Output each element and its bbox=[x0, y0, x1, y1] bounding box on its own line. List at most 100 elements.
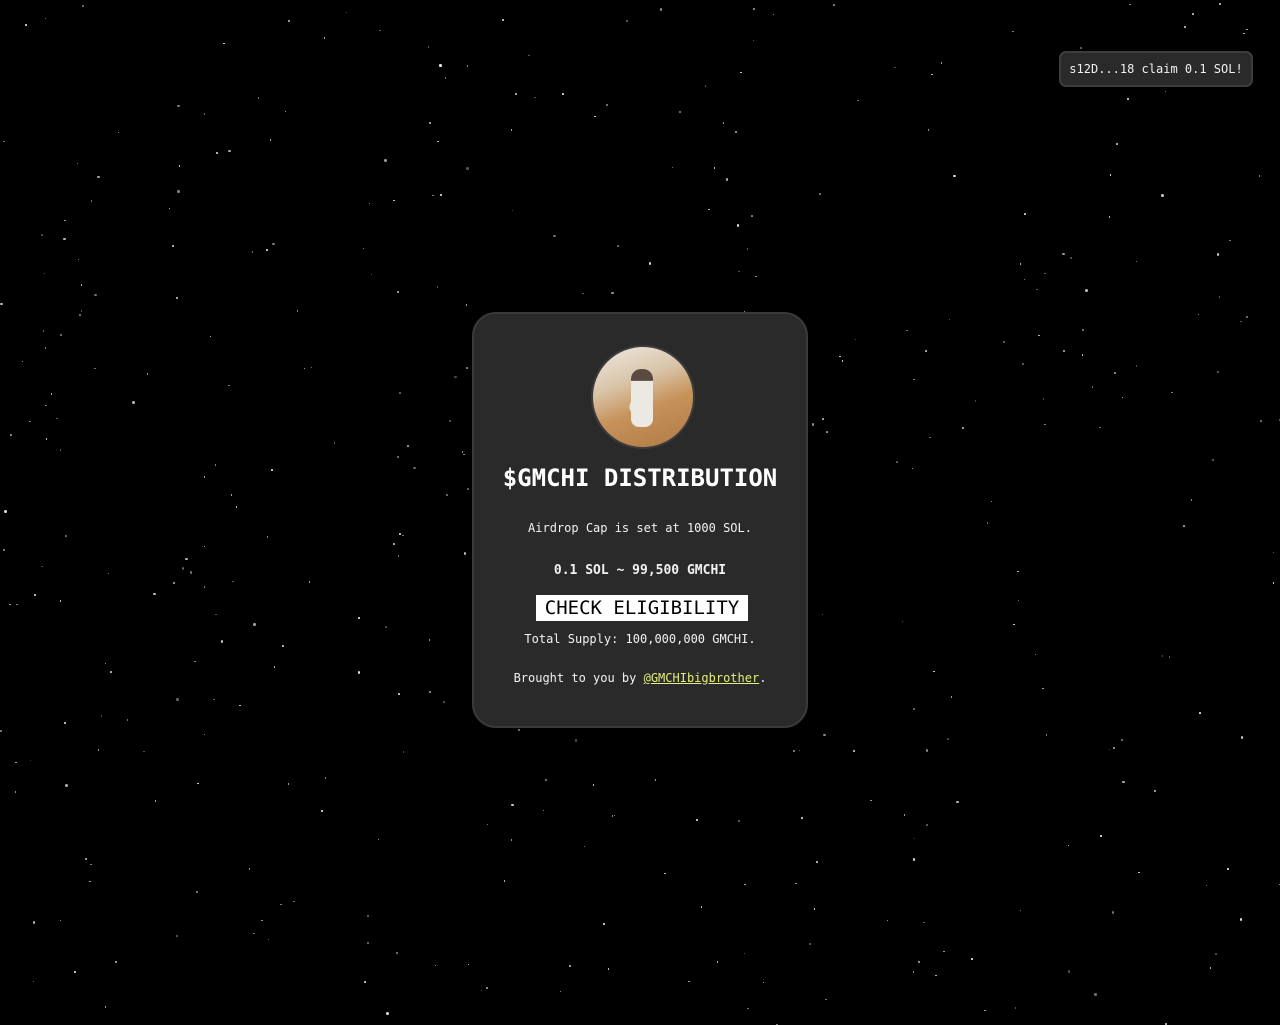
star bbox=[971, 958, 973, 960]
star bbox=[466, 367, 468, 369]
star bbox=[1012, 30, 1014, 33]
star bbox=[607, 968, 610, 970]
star bbox=[209, 335, 212, 338]
star bbox=[1038, 334, 1040, 337]
star bbox=[822, 418, 824, 420]
star bbox=[153, 592, 156, 596]
star bbox=[117, 131, 120, 134]
star bbox=[1192, 13, 1194, 15]
star bbox=[107, 572, 110, 575]
star bbox=[1036, 288, 1038, 291]
star bbox=[429, 691, 431, 693]
star bbox=[43, 272, 46, 275]
star bbox=[1111, 911, 1115, 914]
star bbox=[956, 800, 959, 804]
star bbox=[1161, 194, 1164, 197]
star bbox=[251, 251, 254, 253]
star bbox=[611, 291, 614, 295]
star bbox=[813, 908, 816, 910]
star bbox=[833, 4, 835, 6]
star bbox=[386, 1012, 389, 1015]
star bbox=[485, 986, 489, 990]
star bbox=[59, 919, 62, 922]
star bbox=[1246, 28, 1248, 31]
star bbox=[185, 557, 188, 561]
star bbox=[1013, 623, 1015, 626]
star bbox=[841, 360, 844, 362]
star bbox=[59, 600, 62, 602]
star bbox=[310, 366, 313, 369]
star bbox=[798, 749, 801, 752]
credit-line: Brought to you by @GMCHIbigbrother. bbox=[474, 671, 806, 685]
star bbox=[740, 71, 742, 74]
star bbox=[1085, 289, 1088, 292]
star bbox=[397, 555, 400, 557]
star bbox=[267, 938, 270, 941]
star bbox=[503, 880, 506, 882]
star bbox=[16, 603, 18, 606]
star bbox=[41, 565, 43, 568]
star bbox=[77, 258, 80, 261]
star bbox=[203, 586, 206, 588]
star bbox=[1082, 329, 1084, 331]
star bbox=[1108, 748, 1111, 751]
star bbox=[1017, 570, 1019, 573]
star bbox=[282, 645, 284, 647]
star bbox=[1197, 313, 1200, 316]
star bbox=[146, 373, 149, 375]
star bbox=[1094, 993, 1097, 996]
star bbox=[189, 571, 193, 574]
star bbox=[434, 964, 437, 967]
star bbox=[203, 113, 206, 115]
twitter-handle-link[interactable]: @GMCHIbigbrother bbox=[644, 671, 760, 685]
star bbox=[76, 162, 79, 165]
star bbox=[90, 863, 92, 866]
star bbox=[439, 64, 442, 67]
star bbox=[1021, 362, 1025, 366]
star bbox=[582, 292, 584, 295]
star bbox=[569, 965, 571, 967]
star bbox=[510, 839, 513, 841]
star bbox=[228, 384, 230, 387]
star bbox=[545, 779, 547, 781]
star bbox=[223, 42, 225, 45]
star bbox=[446, 494, 448, 496]
check-eligibility-button[interactable]: CHECK ELIGIBILITY bbox=[536, 595, 748, 621]
star bbox=[461, 451, 464, 453]
star bbox=[1199, 712, 1201, 714]
star bbox=[648, 262, 652, 265]
star bbox=[574, 739, 578, 742]
star bbox=[854, 338, 857, 341]
star bbox=[947, 738, 949, 740]
star bbox=[1135, 260, 1138, 263]
star bbox=[926, 824, 928, 826]
star bbox=[1024, 213, 1026, 215]
star bbox=[280, 903, 282, 906]
star bbox=[1114, 372, 1116, 374]
star bbox=[626, 20, 628, 22]
star bbox=[253, 623, 256, 626]
star bbox=[562, 93, 564, 95]
star bbox=[21, 360, 24, 363]
star bbox=[110, 671, 112, 673]
star bbox=[269, 139, 272, 141]
star bbox=[466, 167, 469, 170]
star bbox=[215, 151, 219, 155]
star bbox=[74, 971, 76, 973]
star bbox=[821, 613, 824, 616]
star bbox=[321, 810, 323, 812]
star bbox=[1121, 739, 1123, 741]
airdrop-cap-text: Airdrop Cap is set at 1000 SOL. bbox=[528, 521, 752, 535]
star bbox=[296, 310, 299, 312]
star bbox=[737, 819, 740, 823]
star bbox=[948, 318, 951, 321]
star bbox=[463, 552, 467, 555]
star bbox=[688, 980, 690, 983]
star bbox=[1042, 687, 1044, 690]
star bbox=[261, 919, 263, 922]
star bbox=[463, 453, 465, 456]
star bbox=[725, 178, 729, 181]
star bbox=[34, 594, 36, 596]
star bbox=[1260, 420, 1262, 422]
star bbox=[65, 784, 68, 787]
